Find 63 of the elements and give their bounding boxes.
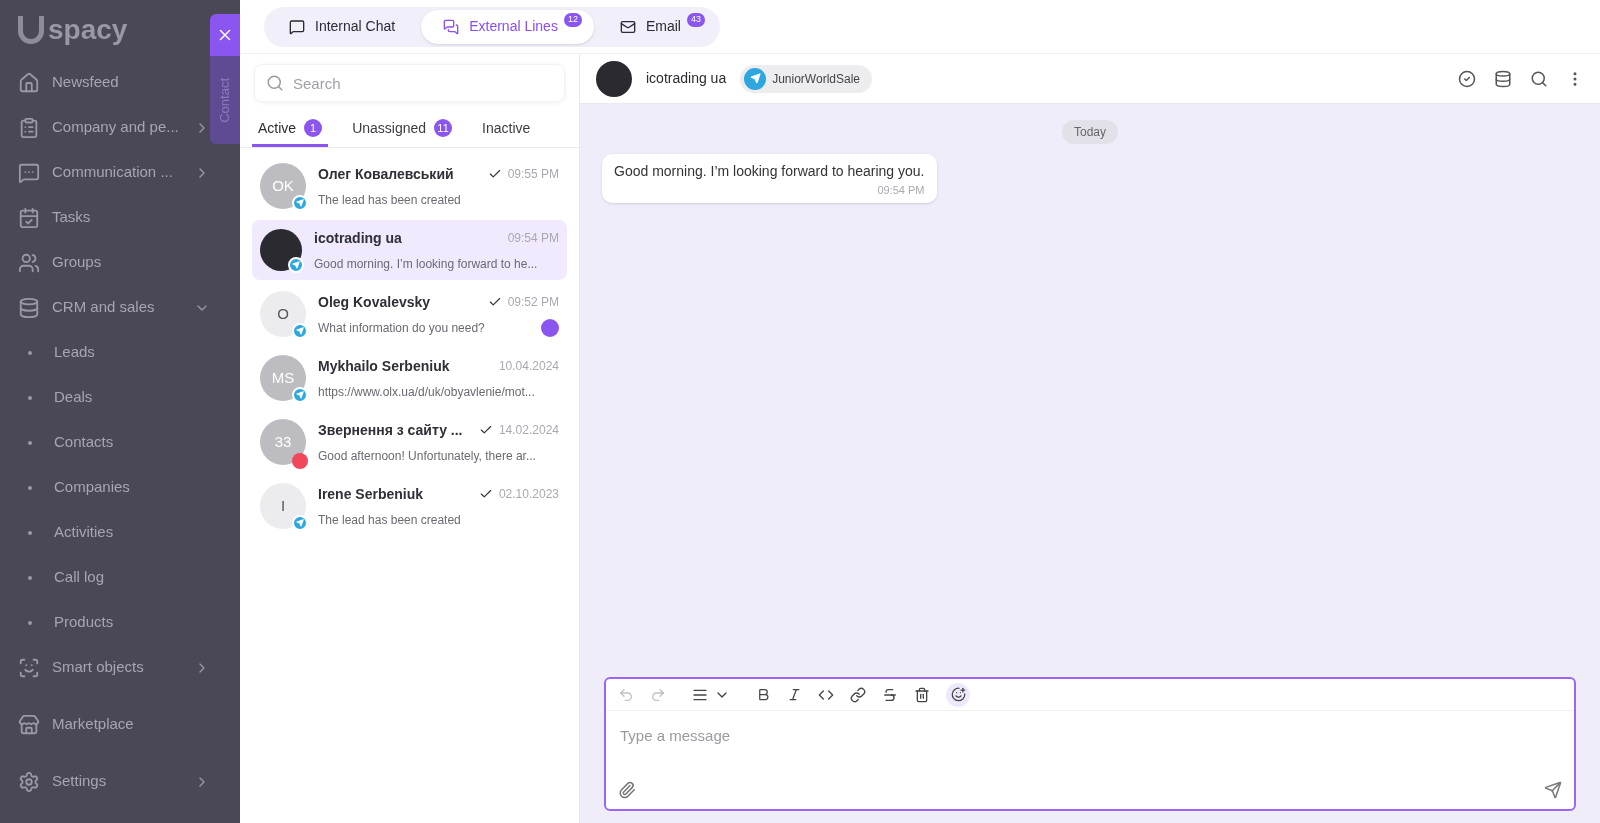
- avatar: MS: [260, 355, 306, 401]
- sidebar-subitem[interactable]: Contacts: [54, 431, 114, 454]
- avatar: OK: [260, 163, 306, 209]
- sidebar-item[interactable]: Settings: [52, 770, 182, 793]
- sidebar-item[interactable]: Company and pe...: [52, 116, 182, 139]
- avatar: 33: [260, 419, 306, 465]
- count-badge: 12: [563, 12, 582, 27]
- conversation-item[interactable]: OK Олег Ковалевський 09:55 PM The lead has been created: [252, 156, 567, 216]
- sidebar-subitem[interactable]: Call log: [54, 566, 105, 589]
- contact-name: Олег Ковалевський: [318, 164, 455, 184]
- message-preview: What information do you need?: [318, 319, 486, 337]
- count-badge: 11: [434, 119, 453, 137]
- status-tab[interactable]: Unassigned 11: [346, 112, 459, 147]
- message-time: 02.10.2023: [498, 486, 559, 503]
- contact-name: icotrading ua: [314, 228, 403, 248]
- sidebar-subitem[interactable]: Activities: [54, 521, 114, 544]
- date-pill: Today: [1062, 120, 1118, 144]
- message-time: 09:54 PM: [877, 183, 925, 198]
- message-preview: The lead has been created: [318, 511, 462, 529]
- sidebar-subitem[interactable]: Deals: [54, 386, 93, 409]
- message-time: 14.02.2024: [498, 422, 559, 439]
- sidebar-item[interactable]: Marketplace: [52, 713, 210, 736]
- conversation-item[interactable]: icotrading ua 09:54 PM Good morning. I’m looking forward to he...: [252, 220, 567, 280]
- contact-name: Mykhailo Serbeniuk: [318, 356, 451, 376]
- avatar: I: [260, 483, 306, 529]
- message-input[interactable]: Type a message: [620, 725, 1560, 748]
- contact-name: Звернення з сайту ...: [318, 420, 464, 440]
- sidebar-item[interactable]: Smart objects: [52, 656, 182, 679]
- message-time: 10.04.2024: [498, 358, 559, 375]
- sidebar-item[interactable]: Newsfeed: [52, 71, 210, 94]
- message-preview: https://www.olx.ua/d/uk/obyavlenie/mot...: [318, 383, 536, 401]
- message-preview: Good afternoon! Unfortunately, there ar...: [318, 447, 537, 465]
- message-preview: The lead has been created: [318, 191, 462, 209]
- avatar: O: [260, 291, 306, 337]
- sidebar-subitem[interactable]: Products: [54, 611, 114, 634]
- status-tab[interactable]: Inactive: [476, 112, 537, 147]
- chat-title: icotrading ua: [646, 69, 727, 88]
- sidebar-subitem[interactable]: Leads: [54, 341, 95, 364]
- message-text: Good morning. I’m looking forward to hearing you.: [614, 162, 925, 181]
- channel-tab[interactable]: Email 43: [597, 9, 717, 44]
- conversation-item[interactable]: 33 Звернення з сайту ... 14.02.2024 Good afternoon! Unfortunately, there ar...: [252, 412, 567, 472]
- sidebar-item[interactable]: Tasks: [52, 206, 210, 229]
- channel-tab[interactable]: Internal Chat: [267, 9, 418, 44]
- sidebar-subitem[interactable]: Companies: [54, 476, 130, 499]
- channel-tab[interactable]: External Lines 12: [421, 9, 594, 44]
- sidebar-item[interactable]: Groups: [52, 251, 210, 274]
- logo-text: spacy: [48, 13, 128, 47]
- contact-name: Irene Serbeniuk: [318, 484, 425, 504]
- message-preview: Good morning. I’m looking forward to he...: [314, 255, 539, 273]
- message-time: 09:55 PM: [507, 166, 559, 183]
- conversation-item[interactable]: I Irene Serbeniuk 02.10.2023 The lead has been created: [252, 476, 567, 536]
- search-field[interactable]: Search: [254, 64, 565, 102]
- channel-chip[interactable]: JuniorWorldSale: [740, 64, 872, 93]
- count-badge: 43: [686, 12, 705, 27]
- count-badge: 1: [304, 119, 323, 137]
- contact-name: Oleg Kovalevsky: [318, 292, 432, 312]
- status-tab[interactable]: Active 1: [252, 112, 329, 147]
- conversation-item[interactable]: O Oleg Kovalevsky 09:52 PM What information do you need?: [252, 284, 567, 344]
- sidebar-item[interactable]: Communication ...: [52, 161, 182, 184]
- message-time: 09:52 PM: [507, 294, 559, 311]
- sidebar-item[interactable]: CRM and sales: [52, 296, 182, 319]
- message-time: 09:54 PM: [507, 230, 559, 247]
- conversation-item[interactable]: MS Mykhailo Serbeniuk 10.04.2024 https://www.olx.ua/d/uk/obyavlenie/mot...: [252, 348, 567, 408]
